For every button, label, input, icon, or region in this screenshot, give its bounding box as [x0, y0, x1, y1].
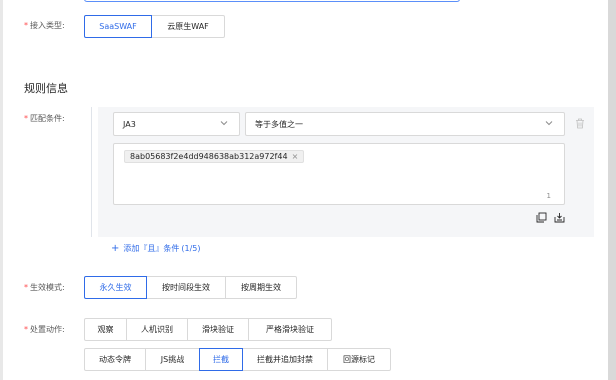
action-option-block[interactable]: 拦截 [199, 348, 243, 371]
previous-input-field[interactable] [84, 0, 460, 2]
effect-option-periodic[interactable]: 按周期生效 [225, 276, 297, 299]
value-counter: 1 [546, 192, 551, 200]
action-option-js-challenge[interactable]: JS挑战 [145, 348, 200, 371]
scrollbar-track[interactable] [608, 0, 616, 380]
required-mark: * [24, 325, 28, 334]
condition-bracket-line [91, 107, 92, 237]
action-option-strict-slider[interactable]: 严格滑块验证 [248, 318, 332, 341]
access-type-label: * 接入类型: [24, 21, 65, 30]
access-option-cloud-native-waf[interactable]: 云原生WAF [151, 15, 225, 38]
copy-icon[interactable] [536, 212, 547, 223]
match-operator-select[interactable]: 等于多值之一 [245, 112, 565, 136]
chevron-down-icon [545, 121, 553, 126]
close-icon[interactable]: × [292, 152, 299, 161]
match-value-textarea[interactable]: 8ab05683f2e4dd948638ab312a972f44 × 1 [113, 143, 565, 205]
match-field-value: JA3 [123, 119, 136, 129]
section-title-rule-info: 规则信息 [24, 82, 68, 95]
match-condition-label: * 匹配条件: [24, 114, 65, 123]
add-condition-count: (1/5) [181, 244, 201, 253]
action-option-slider[interactable]: 滑块验证 [187, 318, 249, 341]
value-tag: 8ab05683f2e4dd948638ab312a972f44 × [124, 150, 305, 163]
value-tag-text: 8ab05683f2e4dd948638ab312a972f44 [130, 152, 288, 161]
action-option-block-and-ban[interactable]: 拦截并追加封禁 [242, 348, 328, 371]
trash-icon[interactable] [575, 118, 585, 129]
access-option-saaswaf[interactable]: SaaSWAF [84, 15, 152, 38]
action-option-origin-mark[interactable]: 回源标记 [327, 348, 391, 371]
required-mark: * [24, 21, 28, 30]
action-group-row1: 观察 人机识别 滑块验证 严格滑块验证 [84, 318, 332, 341]
action-group-row2: 动态令牌 JS挑战 拦截 拦截并追加封禁 回源标记 [84, 348, 391, 371]
match-operator-value: 等于多值之一 [255, 119, 303, 129]
action-label: * 处置动作: [24, 325, 65, 334]
add-and-condition-link[interactable]: + 添加『且』条件 (1/5) [111, 243, 201, 254]
plus-icon: + [111, 243, 120, 254]
action-option-observe[interactable]: 观察 [84, 318, 127, 341]
left-edge [0, 0, 3, 380]
action-option-dynamic-token[interactable]: 动态令牌 [84, 348, 146, 371]
effect-mode-label: * 生效模式: [24, 283, 65, 292]
effect-mode-group: 永久生效 按时间段生效 按周期生效 [84, 276, 297, 299]
access-type-group: SaaSWAF 云原生WAF [84, 15, 225, 38]
action-option-captcha[interactable]: 人机识别 [126, 318, 188, 341]
import-icon[interactable] [554, 212, 565, 223]
required-mark: * [24, 114, 28, 123]
effect-option-time-range[interactable]: 按时间段生效 [146, 276, 226, 299]
effect-option-permanent[interactable]: 永久生效 [84, 276, 147, 299]
match-field-select[interactable]: JA3 [113, 112, 240, 136]
chevron-down-icon [220, 121, 228, 126]
required-mark: * [24, 283, 28, 292]
